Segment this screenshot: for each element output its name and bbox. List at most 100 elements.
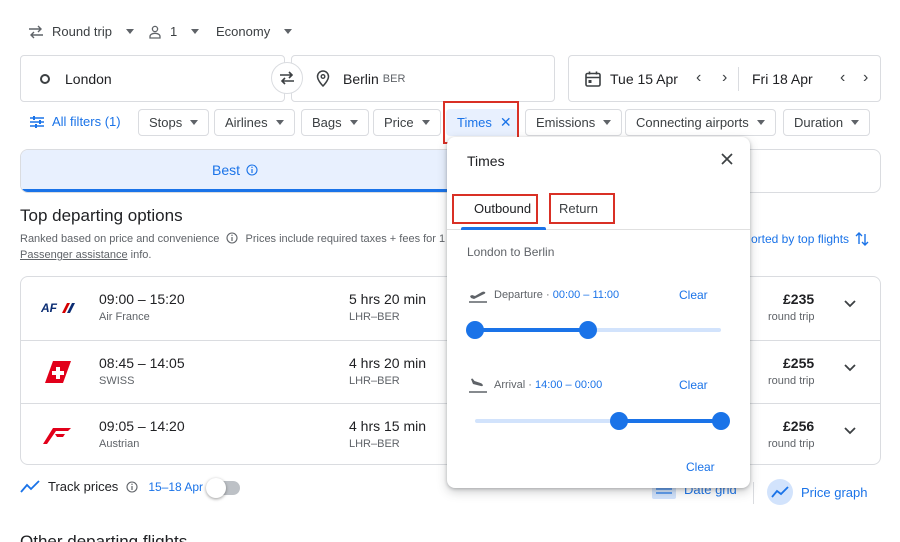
chevron-right-icon[interactable]: › [863, 69, 868, 87]
origin-field[interactable]: London [20, 55, 285, 102]
ranked-text: Ranked based on price and convenience [20, 233, 220, 245]
flight-trip-type: round trip [768, 438, 815, 450]
flight-price: £255 [783, 355, 815, 371]
austrian-logo [43, 428, 71, 444]
flight-trip-type: round trip [768, 311, 815, 323]
chevron-down-icon [421, 120, 430, 125]
departure-label: Departure · 00:00 – 11:00 [494, 289, 620, 301]
flight-times: 09:00 – 15:20 [99, 291, 185, 307]
calendar-icon [585, 71, 601, 87]
filter-airlines-label: Airlines [225, 115, 268, 130]
arrival-range: 14:00 – 00:00 [534, 379, 603, 391]
filter-emissions[interactable]: Emissions [525, 109, 623, 136]
assistance-note: Passenger assistance info. [20, 249, 151, 261]
filter-airlines[interactable]: Airlines [214, 109, 295, 136]
highlight-outbound-tab [452, 194, 538, 224]
toggle-knob [206, 478, 226, 498]
filter-bags[interactable]: Bags [301, 109, 369, 136]
filter-price-label: Price [384, 115, 414, 130]
filter-emissions-label: Emissions [536, 115, 596, 130]
filter-duration[interactable]: Duration [783, 109, 871, 136]
chevron-down-icon [191, 29, 200, 34]
chevron-down-icon [603, 120, 612, 125]
person-icon [149, 25, 161, 39]
chevron-left-icon[interactable]: ‹ [696, 69, 701, 87]
cabin-class-label: Economy [216, 24, 271, 39]
svg-text:AF: AF [41, 301, 58, 315]
trip-type-label: Round trip [52, 24, 112, 39]
filter-connecting-airports[interactable]: Connecting airports [625, 109, 776, 136]
flight-airline: Air France [99, 311, 150, 323]
depart-date[interactable]: Tue 15 Apr [610, 71, 678, 87]
sort-button[interactable]: orted by top flights [751, 231, 869, 247]
chevron-down-icon[interactable] [843, 426, 857, 436]
swap-locations-button[interactable] [271, 62, 303, 94]
assistance-suffix: info. [127, 249, 152, 261]
cabin-class-select[interactable]: Economy [216, 24, 293, 39]
filter-bags-label: Bags [312, 115, 342, 130]
times-popup: Times Outbound Return London to Berlin D… [447, 137, 750, 488]
chevron-down-icon [284, 29, 293, 34]
arrival-clear-button[interactable]: Clear [679, 378, 708, 392]
price-graph-button[interactable]: Price graph [767, 479, 867, 505]
return-date[interactable]: Fri 18 Apr [752, 71, 813, 87]
landing-icon [469, 378, 487, 393]
flight-duration: 4 hrs 20 min [349, 355, 427, 371]
passengers-select[interactable]: 1 [148, 24, 200, 39]
price-graph-label: Price graph [801, 484, 868, 500]
arrival-slider-start-handle[interactable] [609, 412, 628, 430]
filter-price[interactable]: Price [373, 109, 441, 136]
highlight-return-tab [549, 193, 615, 224]
departure-label-text: Departure [494, 289, 543, 301]
all-filters-button[interactable]: All filters (1) [30, 114, 121, 129]
chevron-left-icon[interactable]: ‹ [840, 69, 845, 87]
departure-slider-start-handle[interactable] [466, 321, 484, 339]
flight-route: LHR–BER [349, 375, 400, 387]
ranked-note: Ranked based on price and convenience Pr… [20, 232, 467, 245]
chevron-down-icon [349, 120, 358, 125]
track-prices-toggle[interactable] [206, 478, 240, 498]
filter-stops[interactable]: Stops [138, 109, 210, 136]
chevron-down-icon[interactable] [843, 363, 857, 373]
chevron-right-icon[interactable]: › [722, 69, 727, 87]
departure-slider-end-handle[interactable] [578, 321, 597, 339]
info-icon[interactable] [126, 480, 138, 493]
departure-clear-button[interactable]: Clear [679, 288, 708, 302]
destination-field[interactable]: Berlin BER [291, 55, 555, 102]
flight-trip-type: round trip [768, 375, 815, 387]
flight-route: LHR–BER [349, 311, 400, 323]
date-picker[interactable]: Tue 15 Apr ‹ › Fri 18 Apr ‹ › [568, 55, 881, 102]
passenger-assistance-link[interactable]: Passenger assistance [20, 249, 128, 261]
active-tab-indicator [461, 227, 546, 230]
flight-duration: 5 hrs 20 min [349, 291, 427, 307]
flight-price: £256 [783, 418, 815, 434]
flight-airline: Austrian [99, 438, 140, 450]
track-prices-label: Track prices [48, 479, 119, 494]
flight-times: 09:05 – 14:20 [99, 418, 185, 434]
origin-value: London [65, 70, 112, 87]
destination-code: BER [382, 72, 406, 85]
origin-circle-icon [40, 73, 50, 84]
tab-best[interactable]: Best [21, 150, 449, 192]
arrival-label-text: Arrival [494, 379, 526, 391]
prices-note: Prices include required taxes + fees for… [245, 233, 467, 245]
arrival-slider[interactable] [475, 412, 730, 430]
info-icon[interactable] [246, 163, 258, 176]
close-icon[interactable] [719, 151, 735, 167]
tab-best-label: Best [211, 161, 240, 178]
air-france-logo: AF [41, 301, 75, 315]
chevron-down-icon [756, 120, 765, 125]
trip-type-select[interactable]: Round trip [28, 24, 134, 39]
track-prices: Track prices 15–18 Apr [20, 479, 203, 494]
arrival-slider-end-handle[interactable] [712, 412, 730, 430]
departure-slider-fill [475, 328, 588, 332]
chevron-down-icon[interactable] [843, 299, 857, 309]
departure-slider[interactable] [466, 321, 721, 339]
info-icon[interactable] [226, 232, 238, 244]
clear-all-button[interactable]: Clear [686, 460, 715, 474]
chevron-down-icon [275, 120, 284, 125]
swiss-logo [45, 361, 71, 383]
swap-arrows-icon [280, 71, 294, 85]
filter-stops-label: Stops [149, 115, 183, 130]
popup-title: Times [467, 153, 505, 169]
